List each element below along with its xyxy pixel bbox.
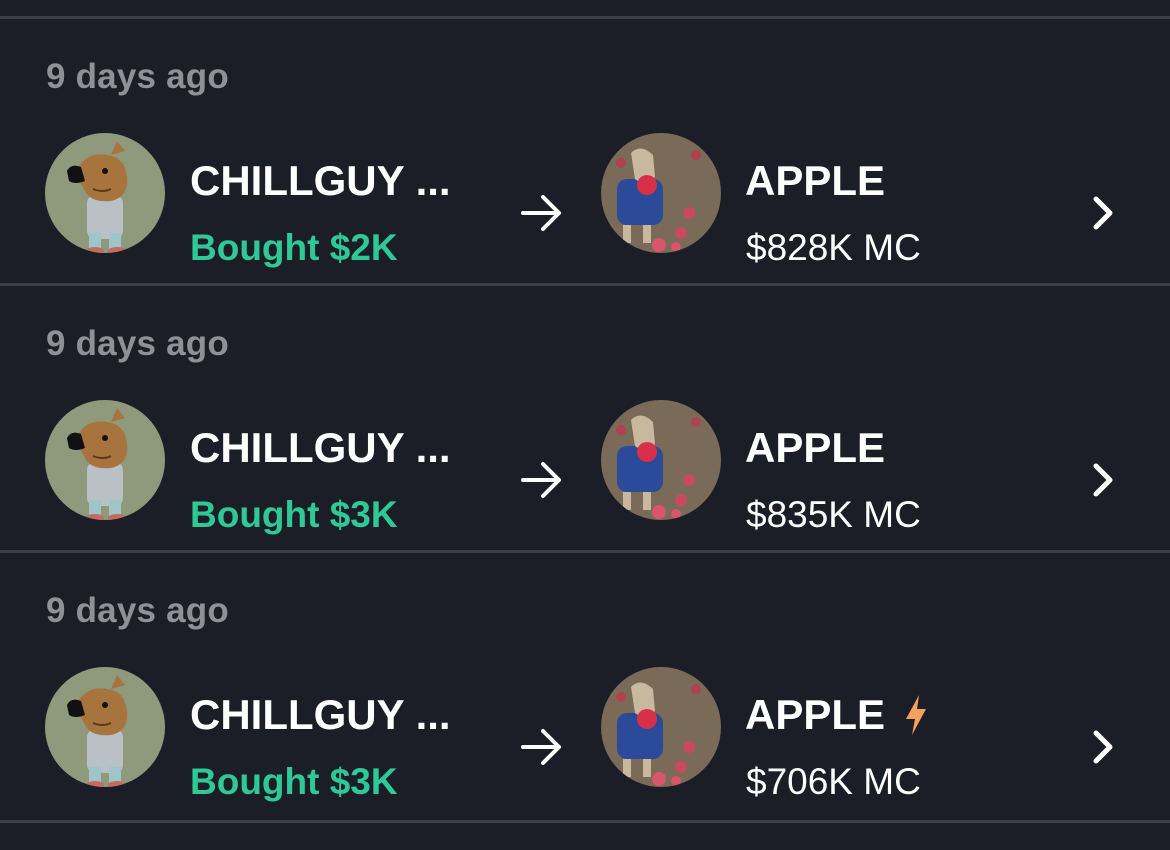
arrow-right-icon [521,729,561,765]
to-token-name: APPLE [745,424,886,471]
trade-time: 9 days ago [46,591,229,630]
trade-list: 9 days ago CHILLGUY ... Bought $2K APPLE… [0,0,1170,850]
trade-time: 9 days ago [46,324,229,363]
market-cap: $828K MC [746,227,921,268]
apple-token-avatar [601,133,721,253]
chevron-right-icon[interactable] [1090,460,1118,500]
arrow-right-icon [521,195,561,231]
to-token-name: APPLE [745,693,929,737]
buy-amount: Bought $2K [190,227,398,268]
trade-row[interactable]: 9 days ago CHILLGUY ... Bought $3K APPLE… [0,553,1170,817]
apple-token-avatar [601,400,721,520]
chevron-right-icon[interactable] [1090,727,1118,767]
buy-amount: Bought $3K [190,494,398,535]
market-cap: $706K MC [746,761,921,802]
trade-time: 9 days ago [46,57,229,96]
chevron-right-icon[interactable] [1090,193,1118,233]
from-token-name: CHILLGUY ... [190,691,451,738]
to-token-name: APPLE [745,157,886,204]
trade-row[interactable]: 9 days ago CHILLGUY ... Bought $2K APPLE… [0,19,1170,283]
lightning-bolt-icon [906,695,927,735]
from-token-name: CHILLGUY ... [190,424,451,471]
chillguy-token-avatar [45,400,165,520]
from-token-name: CHILLGUY ... [190,157,451,204]
chillguy-token-avatar [45,133,165,253]
trade-row[interactable]: 9 days ago CHILLGUY ... Bought $3K APPLE… [0,286,1170,550]
arrow-right-icon [521,462,561,498]
buy-amount: Bought $3K [190,761,398,802]
chillguy-token-avatar [45,667,165,787]
market-cap: $835K MC [746,494,921,535]
apple-token-avatar [601,667,721,787]
divider [0,820,1170,823]
